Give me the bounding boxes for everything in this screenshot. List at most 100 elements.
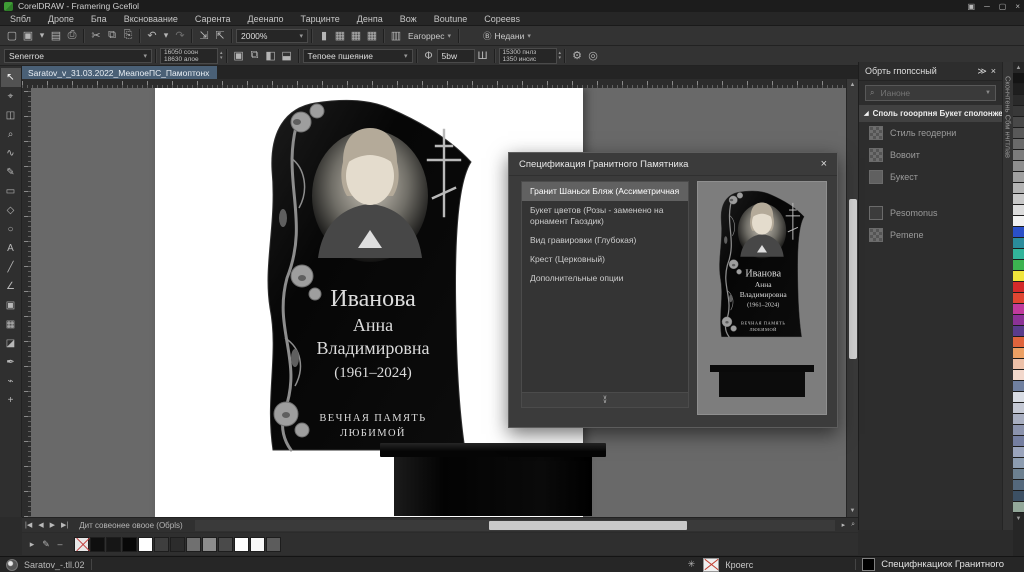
spec-item-cross[interactable]: Крест (Церковный)	[522, 250, 688, 269]
fill-color-swatch[interactable]	[862, 558, 875, 571]
color-swatch[interactable]	[186, 537, 201, 552]
object-position-field[interactable]: 16050 соон 18630 алое ▴ ▾	[160, 48, 223, 64]
color-swatch[interactable]	[1013, 95, 1024, 106]
filter-icon[interactable]: ▼	[985, 90, 991, 96]
color-swatch[interactable]	[1013, 315, 1024, 326]
color-swatch[interactable]	[1013, 216, 1024, 227]
menu-text[interactable]: Денпа	[357, 14, 383, 24]
color-swatch[interactable]	[1013, 106, 1024, 117]
show-rulers-icon[interactable]: ▦	[332, 28, 348, 44]
effects-icon[interactable]: ◎	[585, 48, 601, 64]
menu-table[interactable]: Вож	[400, 14, 417, 24]
color-swatch[interactable]	[1013, 293, 1024, 304]
undo-dropdown-icon[interactable]: ▾	[160, 30, 172, 42]
scroll-down-icon[interactable]: ▼	[847, 505, 858, 517]
color-swatch[interactable]	[1013, 480, 1024, 491]
color-swatch[interactable]	[1013, 337, 1024, 348]
color-swatch[interactable]	[1013, 425, 1024, 436]
color-swatch[interactable]	[1013, 469, 1024, 480]
color-swatch[interactable]	[1013, 260, 1024, 271]
trim-icon[interactable]: ◧	[263, 48, 279, 64]
spec-item-options[interactable]: Дополнительные опции	[522, 269, 688, 288]
color-swatch[interactable]	[266, 537, 281, 552]
fullscreen-preview-icon[interactable]: ▮	[316, 28, 332, 44]
next-page-button[interactable]: ▶	[47, 521, 58, 529]
mirror-icon[interactable]: Ш	[475, 48, 491, 64]
rectangle-tool[interactable]: ▭	[1, 182, 21, 201]
rotation-icon[interactable]: Ф	[421, 48, 437, 64]
fill-none-indicator[interactable]	[703, 558, 719, 572]
color-swatch[interactable]	[154, 537, 169, 552]
show-guidelines-icon[interactable]: ▦	[364, 28, 380, 44]
menu-layout[interactable]: Вксноваание	[124, 14, 178, 24]
open-dropdown-icon[interactable]: ▾	[36, 30, 48, 42]
monument-preview[interactable]	[714, 190, 810, 366]
color-swatch[interactable]	[1013, 370, 1024, 381]
color-swatch[interactable]	[1013, 458, 1024, 469]
size-height-value[interactable]: 1350 инсис	[503, 56, 553, 63]
zoom-level-combo[interactable]: 2000%▾	[236, 29, 308, 43]
color-swatch[interactable]	[122, 537, 137, 552]
first-page-button[interactable]: |◀	[22, 521, 35, 529]
docker-item-buket[interactable]: Букест	[859, 166, 1002, 188]
curve-tool[interactable]: ∿	[1, 144, 21, 163]
show-grid-icon[interactable]: ▦	[348, 28, 364, 44]
color-swatch[interactable]	[74, 537, 89, 552]
eraser-tool[interactable]: ◪	[1, 334, 21, 353]
color-swatch[interactable]	[1013, 161, 1024, 172]
size-width-value[interactable]: 15300 пнлз	[503, 49, 553, 56]
spec-item-flowers[interactable]: Букет цветов (Розы - заменено на орнамен…	[522, 201, 688, 231]
print-icon[interactable]: ⎙	[64, 28, 80, 44]
color-swatch[interactable]	[218, 537, 233, 552]
color-swatch[interactable]	[1013, 73, 1024, 84]
object-preset-combo[interactable]: Senerroe▾	[4, 49, 152, 63]
docker-search-box[interactable]: ⌕ ▼	[865, 85, 996, 101]
menu-bitmaps[interactable]: Тарцинте	[301, 14, 340, 24]
paste-icon[interactable]: ⎘	[120, 28, 136, 44]
more-tools-button[interactable]: +	[1, 391, 21, 410]
color-swatch[interactable]	[1013, 447, 1024, 458]
options-icon[interactable]: ▥	[388, 28, 404, 44]
color-swatch[interactable]	[1013, 282, 1024, 293]
menu-tools[interactable]: Boutune	[434, 14, 468, 24]
color-swatch[interactable]	[170, 537, 185, 552]
color-swatch[interactable]	[1013, 304, 1024, 315]
scroll-right-icon[interactable]: ▸	[839, 521, 849, 529]
color-swatch[interactable]	[1013, 249, 1024, 260]
palette-scroll-up-icon[interactable]: ▲	[1013, 62, 1024, 73]
last-page-button[interactable]: ▶|	[58, 521, 71, 529]
new-document-icon[interactable]: ▢	[4, 28, 20, 44]
snap-icon[interactable]: ▣	[231, 48, 247, 64]
monument-pedestal[interactable]	[394, 457, 592, 516]
pen-tool[interactable]: ✒	[1, 353, 21, 372]
menu-file[interactable]: Sпбл	[10, 14, 31, 24]
color-swatch[interactable]	[1013, 359, 1024, 370]
palette-scroll-down-icon[interactable]: ▼	[1013, 513, 1024, 524]
menu-edit[interactable]: Дропе	[48, 14, 74, 24]
color-swatch[interactable]	[1013, 392, 1024, 403]
spec-list-scroll-more[interactable]: ∨ ∨	[521, 393, 689, 408]
menu-object[interactable]: Сарента	[195, 14, 231, 24]
intersect-icon[interactable]: ⬓	[279, 48, 295, 64]
frame-tool[interactable]: ▣	[1, 296, 21, 315]
import-icon[interactable]: ⇲	[196, 28, 212, 44]
color-swatch[interactable]	[1013, 84, 1024, 95]
menu-view[interactable]: Бпа	[91, 14, 107, 24]
close-button[interactable]: ×	[1015, 2, 1020, 11]
position-x-value[interactable]: 16050 соон	[164, 49, 214, 56]
minimize-button[interactable]: ─	[984, 2, 990, 11]
color-swatch[interactable]	[234, 537, 249, 552]
menu-effects[interactable]: Деенапо	[248, 14, 284, 24]
color-swatch[interactable]	[1013, 194, 1024, 205]
docker-side-tab[interactable]: Скончтень Сбм нчгтлав	[1002, 62, 1013, 530]
color-swatch[interactable]	[1013, 403, 1024, 414]
settings-gear-icon[interactable]: ⚙	[569, 48, 585, 64]
color-swatch[interactable]	[250, 537, 265, 552]
page-tab-label[interactable]: Дит совеонее овоое (Обрls)	[79, 521, 182, 530]
horizontal-scrollbar[interactable]	[195, 520, 835, 531]
zoom-tool[interactable]: ⌕	[1, 125, 21, 144]
export-icon[interactable]: ⇱	[212, 28, 228, 44]
color-swatch[interactable]	[202, 537, 217, 552]
spec-item-engraving[interactable]: Вид гравировки (Глубокая)	[522, 231, 688, 250]
docker-group-header[interactable]: ◢ Споль гооорпня Букет сполонжеамный	[859, 105, 1002, 122]
